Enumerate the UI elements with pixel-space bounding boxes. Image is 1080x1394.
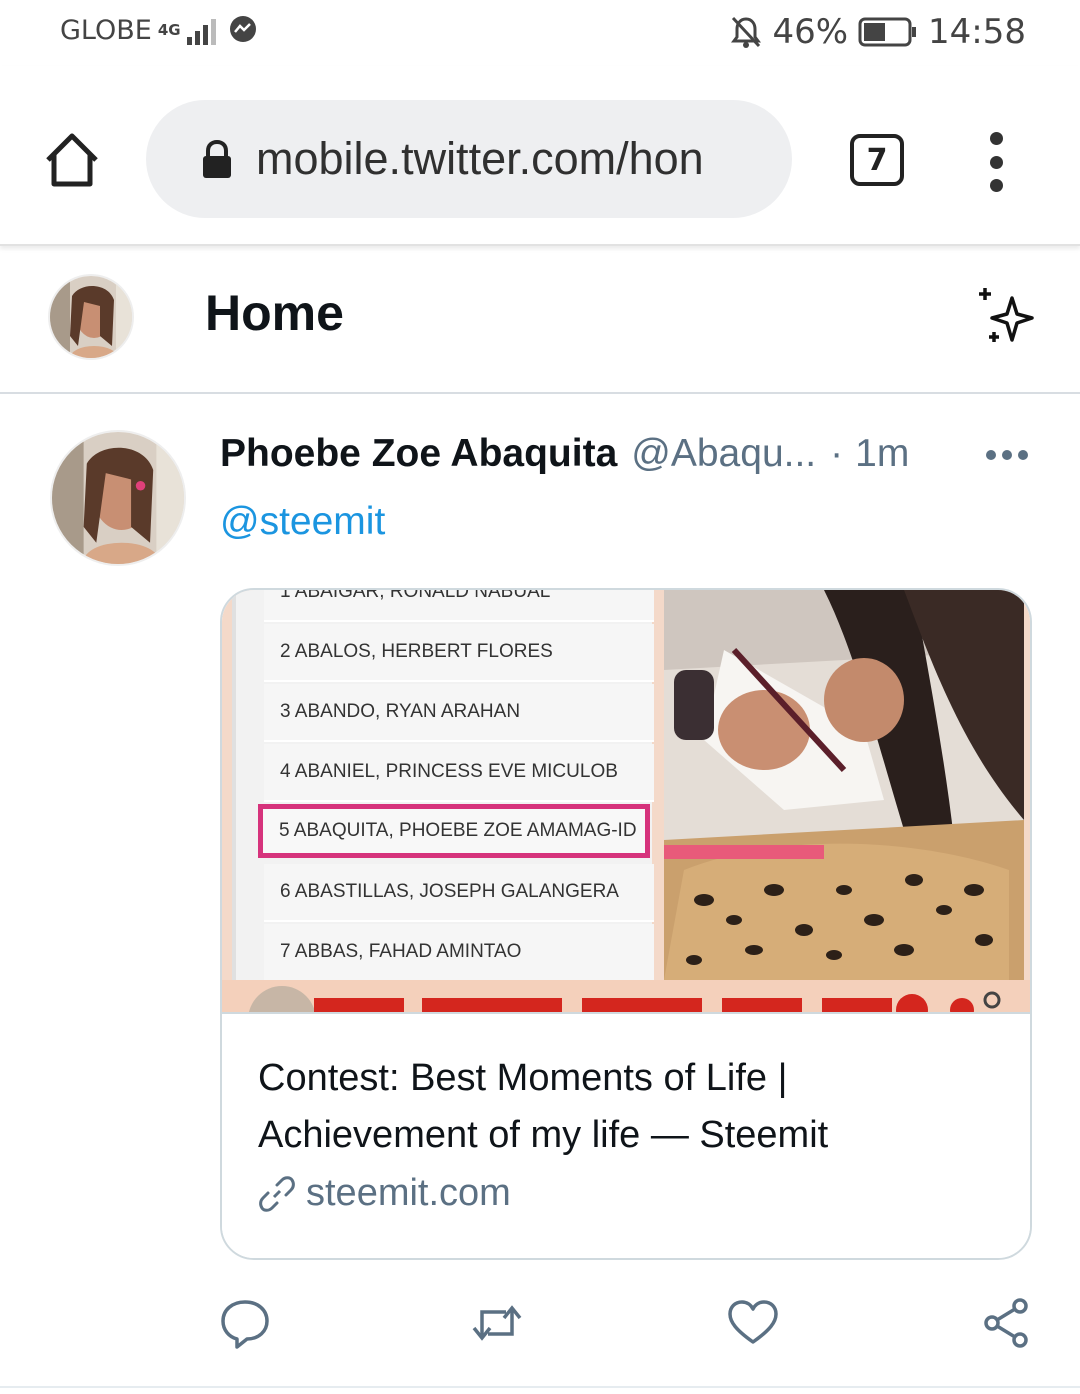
writing-photo [664, 590, 1024, 980]
list-item: 2 ABALOS, HERBERT FLORES [264, 624, 654, 682]
name-list-panel: 1 ABAIGAR, RONALD NABUAL 2 ABALOS, HERBE… [232, 590, 654, 982]
more-vert-icon[interactable] [980, 132, 1012, 192]
home-icon [46, 133, 98, 187]
card-title: Contest: Best Moments of Life | Achievem… [258, 1057, 829, 1156]
link-icon [259, 1175, 295, 1212]
card-domain: steemit.com [258, 1172, 511, 1215]
retweet-button[interactable] [470, 1296, 524, 1350]
tabs-switcher-button[interactable]: 7 [850, 134, 904, 186]
share-button[interactable] [980, 1296, 1034, 1350]
url-text: mobile.twitter.com/hon [256, 133, 704, 184]
list-item: 7 ABBAS, FAHAD AMINTAO [264, 924, 654, 982]
battery-percent: 46% [772, 12, 849, 52]
avatar-image [50, 276, 132, 358]
profile-avatar[interactable] [48, 274, 134, 360]
top-tweets-button[interactable] [974, 284, 1040, 350]
browser-home-button[interactable] [40, 130, 104, 190]
twitter-header: Home [0, 248, 1080, 394]
messenger-icon [229, 16, 256, 42]
author-handle[interactable]: @Abaqu... [631, 432, 816, 476]
page-title: Home [205, 285, 344, 341]
clock: 14:58 [928, 12, 1026, 52]
sparkle-icon [979, 288, 1034, 342]
author-name[interactable]: Phoebe Zoe Abaquita [220, 432, 617, 476]
card-domain-text: steemit.com [306, 1172, 511, 1214]
separator-dot: · [830, 432, 844, 475]
share-icon [984, 1298, 1028, 1348]
card-image: 1 ABAIGAR, RONALD NABUAL 2 ABALOS, HERBE… [222, 590, 1030, 1014]
link-card[interactable]: 1 ABAIGAR, RONALD NABUAL 2 ABALOS, HERBE… [220, 588, 1032, 1260]
status-right: 46% 14:58 [730, 12, 1026, 52]
list-item: 4 ABANIEL, PRINCESS EVE MICULOB [264, 744, 654, 802]
like-icon [728, 1300, 778, 1344]
tweet-author-avatar[interactable] [50, 430, 186, 566]
list-item: 3 ABANDO, RYAN ARAHAN [264, 684, 654, 742]
reply-icon [221, 1300, 269, 1349]
network-type: 4G [157, 20, 181, 39]
signal-icon [186, 19, 216, 45]
list-item-highlighted: 5 ABAQUITA, PHOEBE ZOE AMAMAG-ID [258, 804, 650, 858]
tweet[interactable]: Phoebe Zoe Abaquita @Abaqu... · 1m @stee… [0, 396, 1080, 1388]
tweet-text-mention[interactable]: @steemit [220, 500, 385, 544]
tweet-header: Phoebe Zoe Abaquita @Abaqu... · 1m [220, 432, 940, 476]
status-left: GLOBE 4G [60, 14, 259, 46]
card-body: Contest: Best Moments of Life | Achievem… [222, 1016, 1030, 1258]
card-banner-strip [222, 980, 1030, 1012]
tweet-time[interactable]: 1m [855, 432, 909, 476]
like-button[interactable] [726, 1296, 780, 1350]
tab-count: 7 [866, 142, 888, 178]
tweet-actions [0, 1296, 1080, 1356]
list-item: 6 ABASTILLAS, JOSEPH GALANGERA [264, 864, 654, 922]
browser-toolbar: mobile.twitter.com/hon 7 [0, 66, 1080, 246]
reply-button[interactable] [218, 1296, 272, 1350]
carrier-label: GLOBE [60, 14, 152, 46]
notifications-off-icon [731, 16, 762, 48]
battery-icon [858, 17, 917, 47]
lock-icon [203, 139, 231, 178]
avatar-image [52, 432, 184, 564]
more-horiz-icon[interactable] [986, 450, 1028, 462]
list-item: 1 ABAIGAR, RONALD NABUAL [264, 590, 654, 622]
status-bar: GLOBE 4G 46% 14:58 [0, 0, 1080, 66]
address-bar[interactable]: mobile.twitter.com/hon [146, 100, 792, 218]
retweet-icon [472, 1305, 522, 1341]
